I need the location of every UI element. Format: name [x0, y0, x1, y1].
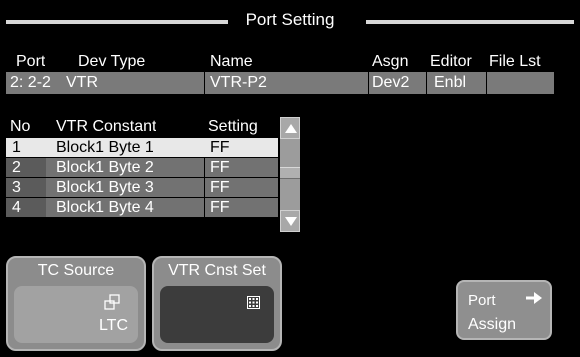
- divider: [426, 72, 427, 94]
- row-setting: FF: [210, 199, 230, 216]
- tc-source-display: LTC: [14, 286, 138, 343]
- name-value: VTR-P2: [210, 74, 267, 91]
- divider: [204, 198, 205, 217]
- divider: [204, 178, 205, 197]
- port-value: 2: 2-2: [10, 74, 51, 91]
- title-bar: Port Setting: [6, 8, 574, 34]
- copy-icon: [104, 294, 120, 310]
- dev-type-value: VTR: [66, 74, 98, 91]
- vtr-table-header: No VTR Constant Setting: [6, 117, 278, 137]
- col-port: Port: [16, 53, 46, 70]
- vtr-cnst-set-button[interactable]: VTR Cnst Set: [152, 256, 282, 351]
- row-setting: FF: [210, 159, 230, 176]
- col-no: No: [10, 118, 31, 135]
- col-vtr-constant: VTR Constant: [56, 118, 157, 135]
- row-number: 1: [6, 138, 46, 157]
- vtr-row-2[interactable]: 2 Block1 Byte 2 FF: [6, 157, 278, 177]
- col-file-lst: File Lst: [489, 53, 541, 70]
- scroll-thumb[interactable]: [280, 167, 300, 179]
- asgn-value: Dev2: [372, 74, 410, 91]
- tc-source-button[interactable]: TC Source LTC: [6, 256, 146, 351]
- col-asgn: Asgn: [372, 53, 409, 70]
- tc-source-label: TC Source: [37, 262, 115, 279]
- row-setting: FF: [210, 179, 230, 196]
- divider: [204, 72, 205, 94]
- triangle-down-icon: [285, 217, 297, 226]
- vtr-row-3[interactable]: 3 Block1 Byte 3 FF: [6, 177, 278, 197]
- scroll-down-button[interactable]: [280, 210, 300, 232]
- vtr-constant-table: No VTR Constant Setting 1 Block1 Byte 1 …: [6, 117, 278, 217]
- row-number: 2: [6, 158, 46, 177]
- vtr-cnst-set-display: [160, 286, 274, 343]
- vtr-row-4[interactable]: 4 Block1 Byte 4 FF: [6, 197, 278, 217]
- port-assign-button[interactable]: Port Assign: [456, 280, 552, 340]
- col-editor: Editor: [430, 53, 472, 70]
- vtr-row-1[interactable]: 1 Block1 Byte 1 FF: [6, 137, 278, 157]
- col-dev-type: Dev Type: [78, 53, 146, 70]
- col-setting: Setting: [208, 118, 258, 135]
- row-number: 3: [6, 178, 46, 197]
- page-title: Port Setting: [235, 10, 345, 29]
- divider: [486, 72, 487, 94]
- vtr-table-scrollbar[interactable]: [280, 117, 300, 232]
- tc-source-value: LTC: [98, 317, 128, 334]
- row-number: 4: [6, 198, 46, 217]
- editor-value: Enbl: [434, 74, 467, 91]
- arrow-right-icon: [526, 292, 542, 304]
- port-table: Port Dev Type Name Asgn Editor File Lst …: [6, 52, 554, 94]
- divider: [204, 158, 205, 177]
- port-assign-label-2: Assign: [468, 316, 517, 333]
- triangle-up-icon: [285, 124, 297, 133]
- col-name: Name: [210, 53, 253, 70]
- row-constant: Block1 Byte 1: [56, 139, 154, 156]
- divider: [368, 72, 369, 94]
- port-row[interactable]: 2: 2-2 VTR VTR-P2 Dev2 Enbl: [6, 72, 554, 94]
- scroll-up-button[interactable]: [280, 117, 300, 139]
- port-assign-label-1: Port: [468, 292, 496, 309]
- row-constant: Block1 Byte 4: [56, 199, 154, 216]
- port-table-header: Port Dev Type Name Asgn Editor File Lst: [6, 52, 554, 72]
- row-setting: FF: [210, 139, 230, 156]
- vtr-cnst-set-label: VTR Cnst Set: [168, 262, 266, 279]
- row-constant: Block1 Byte 2: [56, 159, 154, 176]
- keypad-icon: [247, 296, 260, 309]
- row-constant: Block1 Byte 3: [56, 179, 154, 196]
